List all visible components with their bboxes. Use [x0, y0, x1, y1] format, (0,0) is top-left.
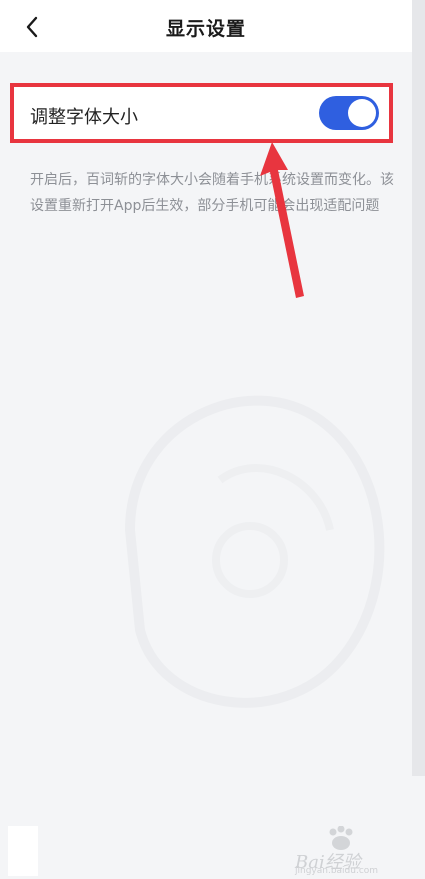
screen: 显示设置 调整字体大小 开启后，百词斩的字体大小会随着手机系统设置而变化。该设置… [0, 0, 425, 879]
font-size-toggle[interactable] [319, 96, 379, 130]
bottom-left-block [8, 826, 38, 876]
faint-mascot-background [124, 395, 385, 708]
font-size-setting-row[interactable]: 调整字体大小 [10, 83, 393, 143]
setting-description: 开启后，百词斩的字体大小会随着手机系统设置而变化。该设置重新打开App后生效，部… [30, 172, 394, 214]
nav-header: 显示设置 [0, 0, 412, 52]
page-title: 显示设置 [165, 18, 246, 40]
annotation-arrow-icon [260, 142, 304, 298]
watermark-url: jingyan.baidu.com [295, 866, 379, 876]
baidu-watermark: Bai经验 jingyan.baidu.com [295, 826, 405, 876]
setting-label: 调整字体大小 [30, 107, 138, 128]
toggle-knob [348, 99, 376, 127]
